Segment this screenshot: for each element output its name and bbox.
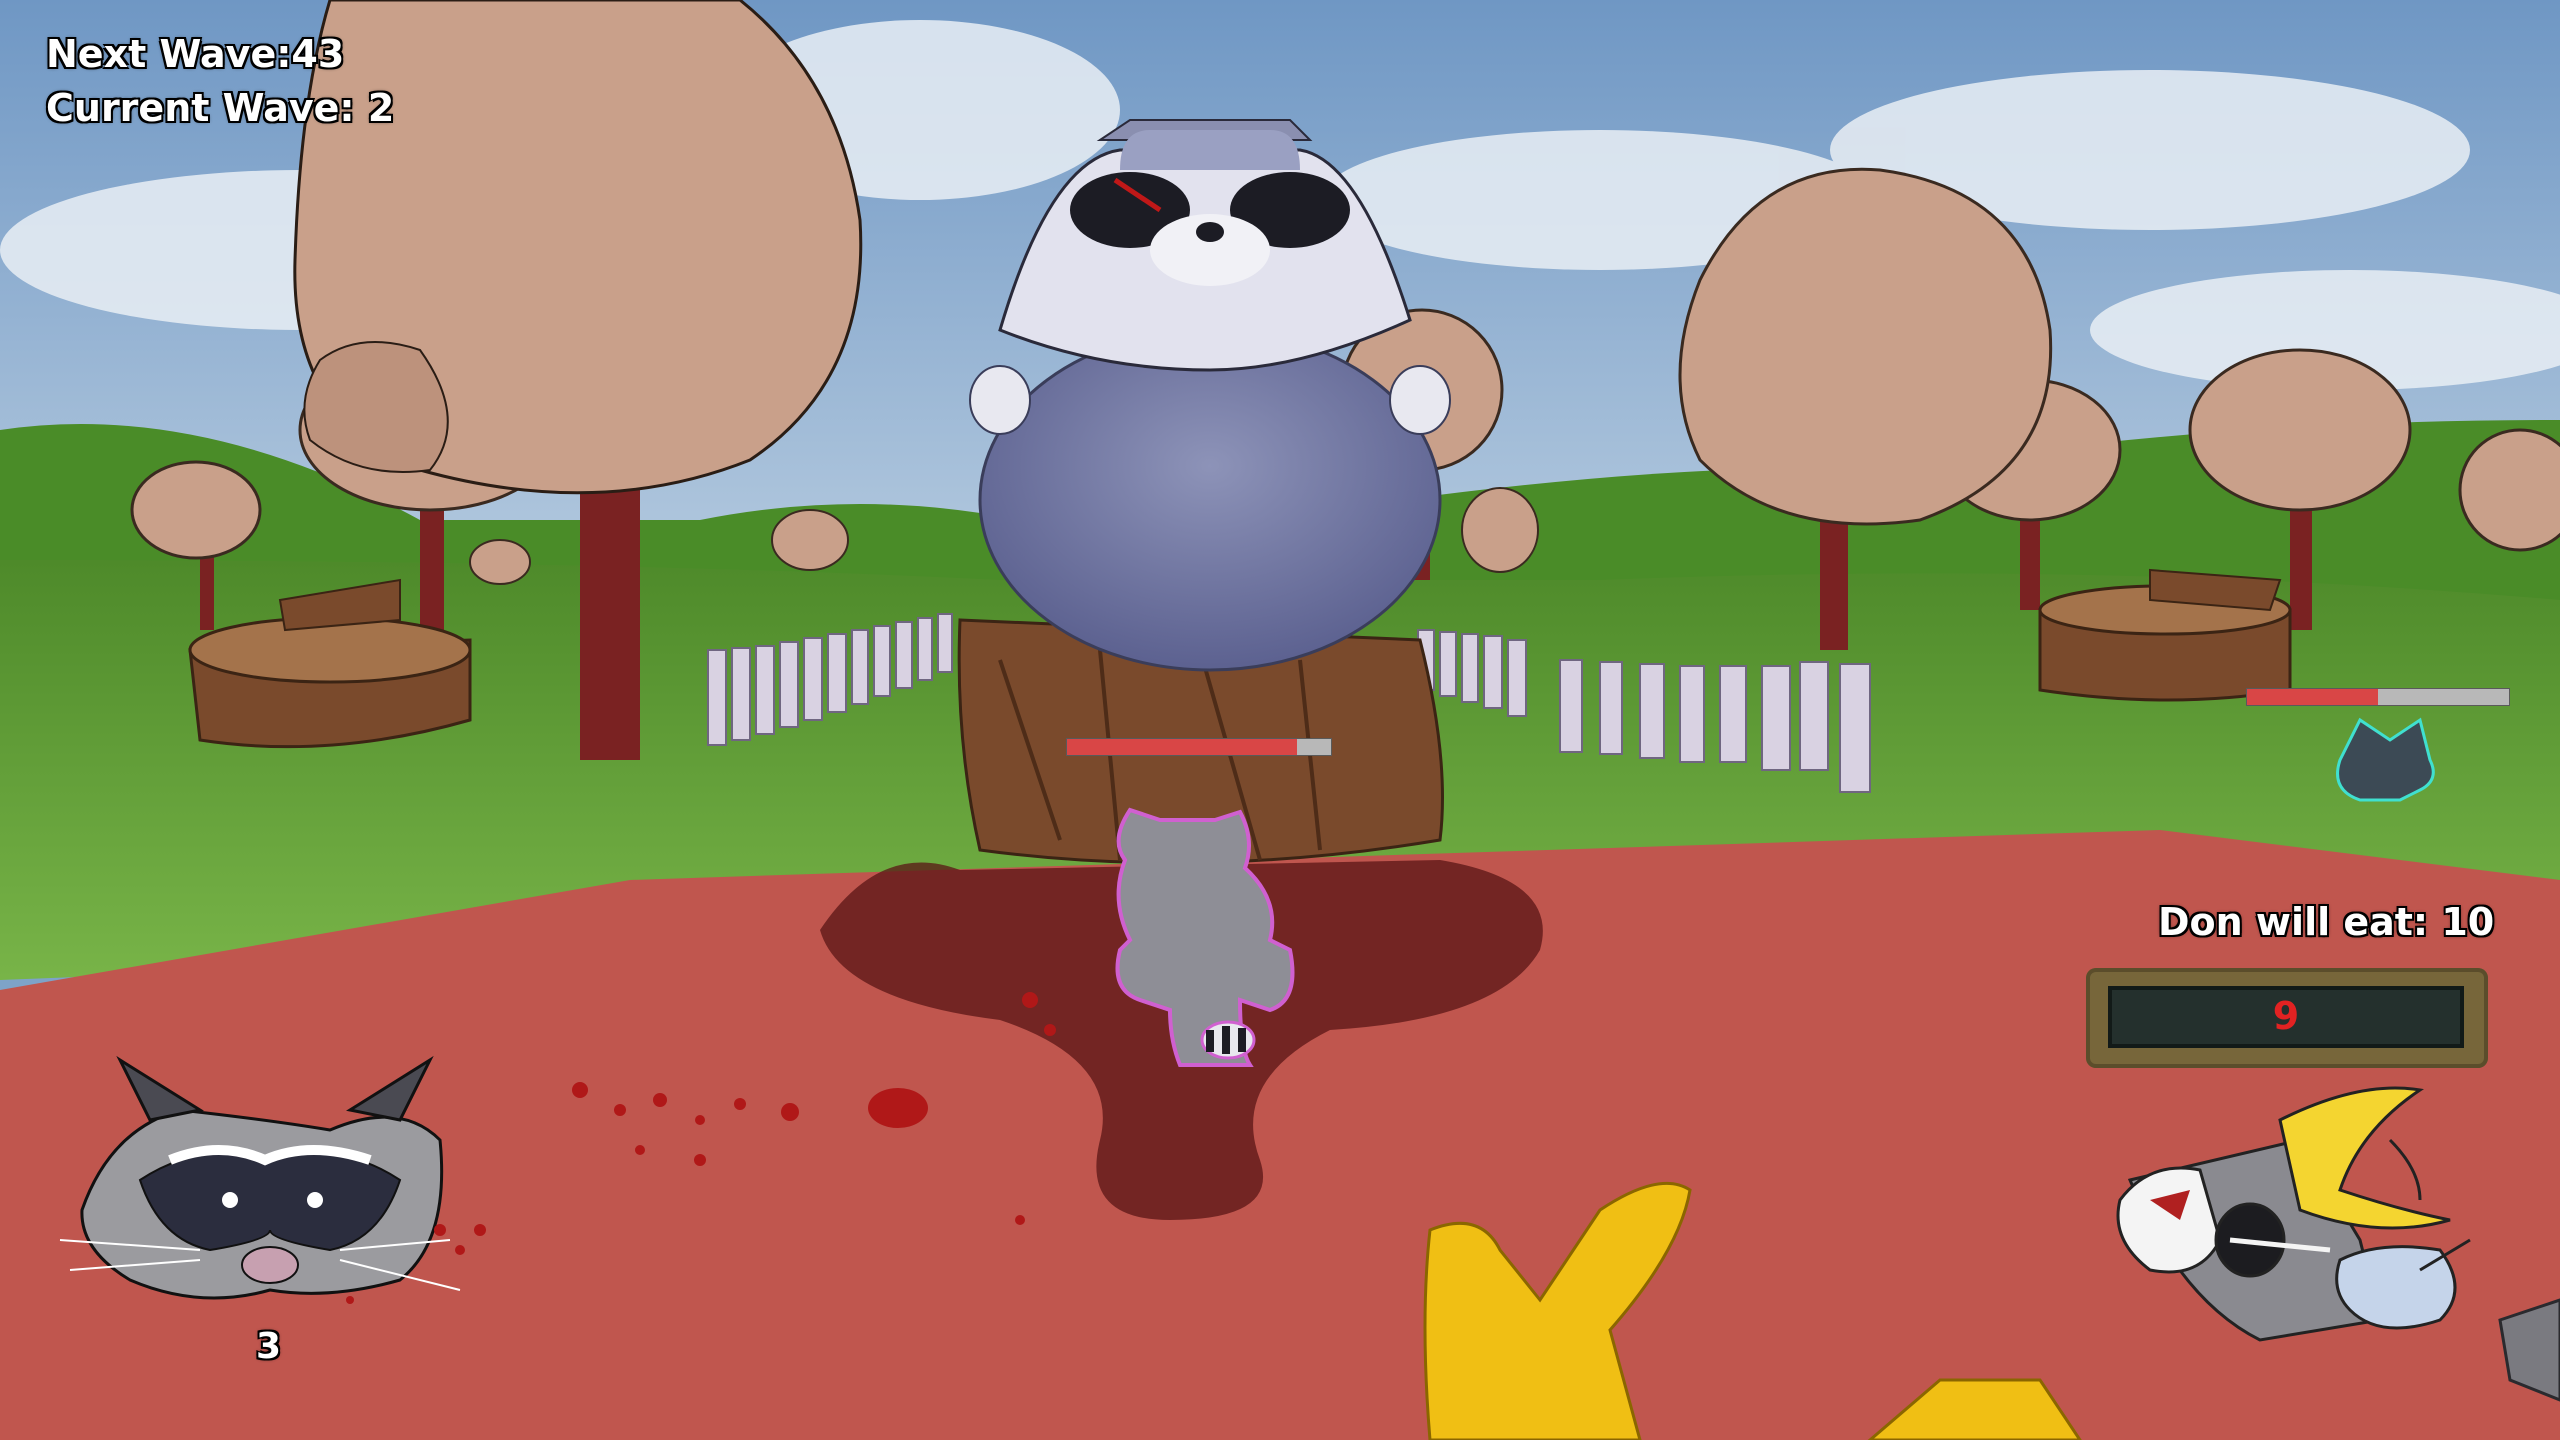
eat-counter-panel: 9 — [2086, 968, 2488, 1068]
game-scene — [0, 0, 2560, 1440]
current-wave-label: Current Wave: 2 — [46, 86, 395, 130]
enemy-health-fill — [2247, 689, 2378, 705]
boss-health-fill — [1067, 739, 1297, 755]
lives-count: 3 — [256, 1326, 282, 1367]
don-will-eat-label: Don will eat: 10 — [2158, 900, 2495, 944]
player-tail — [1200, 1020, 1256, 1060]
boss-health-bar — [1066, 738, 1332, 756]
enemy-health-bar — [2246, 688, 2510, 706]
eat-counter-display: 9 — [2108, 986, 2464, 1048]
eat-counter-value: 9 — [2272, 994, 2300, 1038]
next-wave-label: Next Wave:43 — [46, 32, 345, 76]
